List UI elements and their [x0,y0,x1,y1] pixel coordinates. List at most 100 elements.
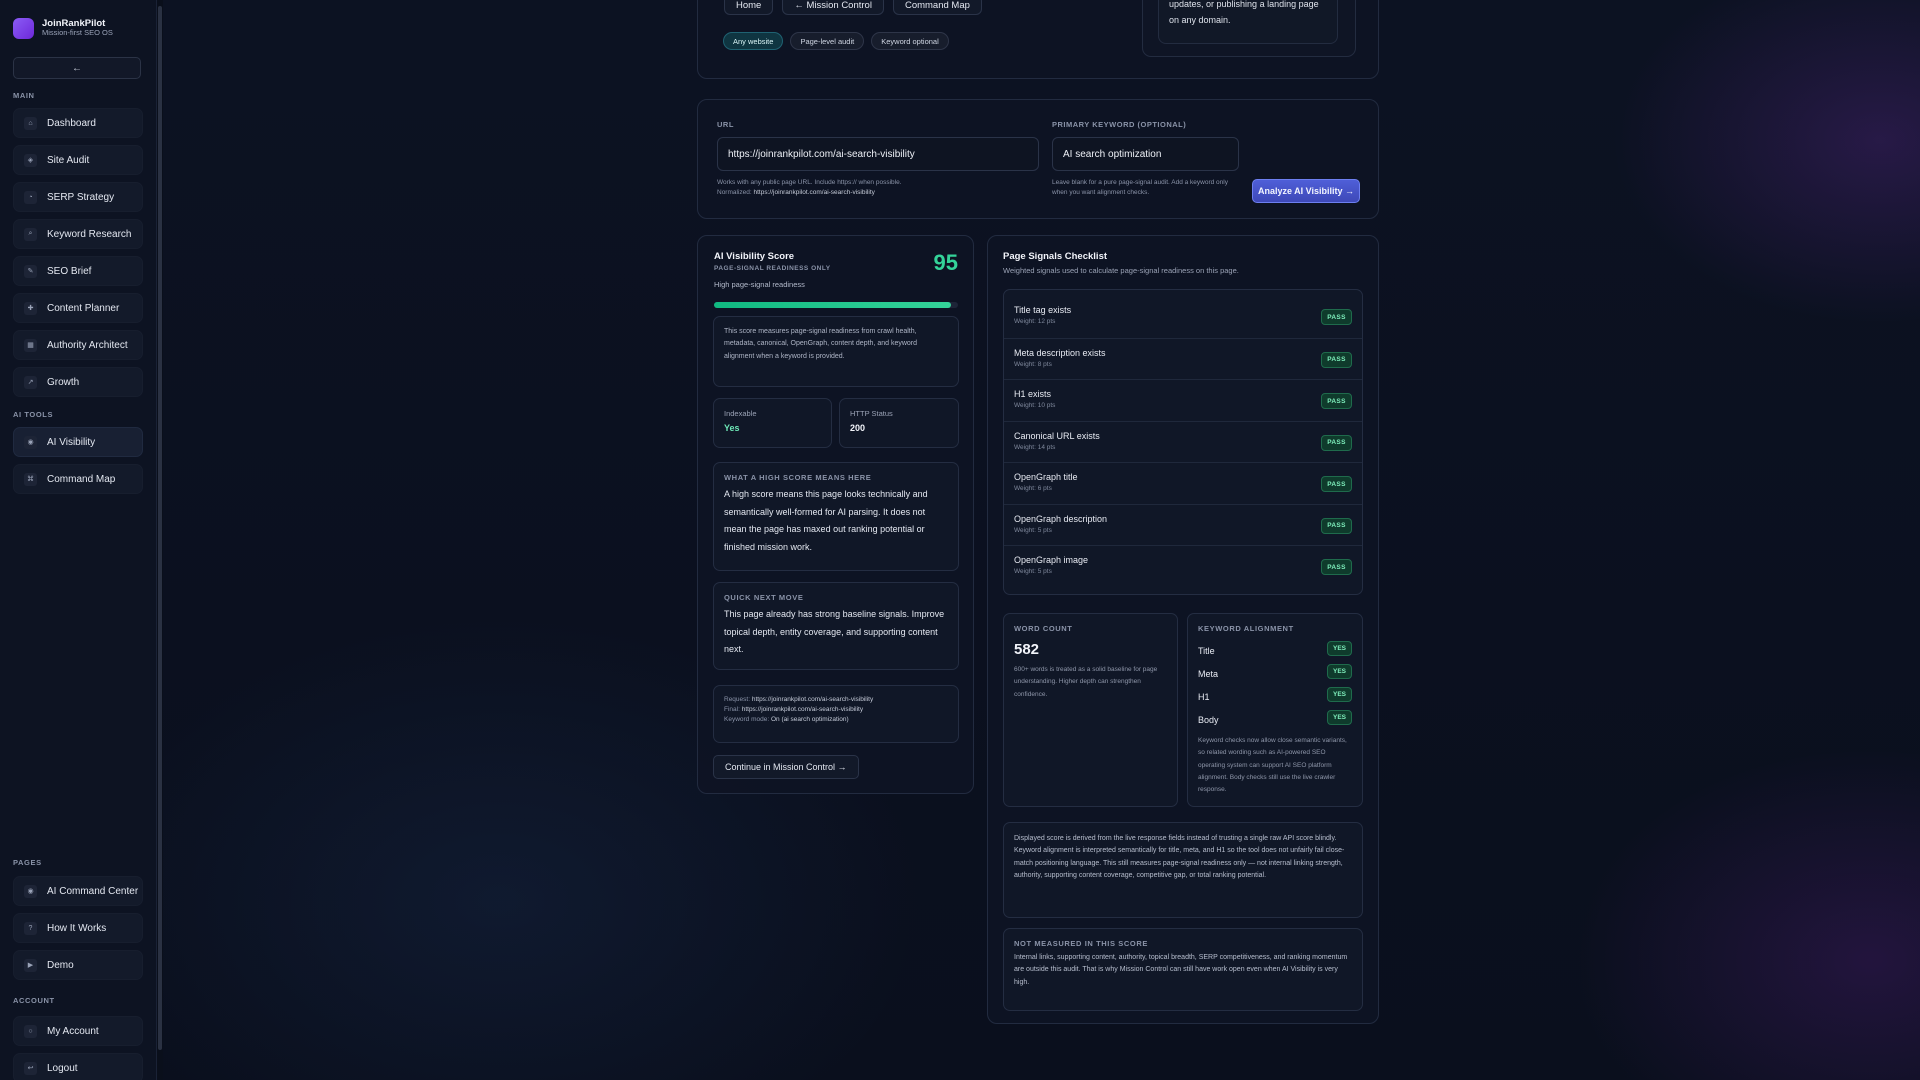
word-count-value: 582 [1014,641,1040,658]
score-card: AI Visibility Score PAGE-SIGNAL READINES… [697,235,974,794]
request-details-box: Request: https://joinrankpilot.com/ai-se… [713,685,959,743]
keyword-alignment-heading: KEYWORD ALIGNMENT [1198,624,1294,633]
signal-row: H1 exists Weight: 10 pts PASS [1004,379,1362,420]
sidebar-item-my-account[interactable]: ○ My Account [13,1016,143,1046]
signal-weight: Weight: 10 pts [1014,402,1056,409]
not-measured-heading: NOT MEASURED IN THIS SCORE [1014,939,1148,948]
sidebar-item-how-it-works[interactable]: ? How It Works [13,913,143,943]
alignment-label: Body [1198,715,1219,725]
final-label: Final: [724,706,740,714]
building-icon: ▦ [24,338,37,352]
continue-mission-control-button[interactable]: Continue in Mission Control → [713,755,859,779]
alignment-label: Meta [1198,669,1219,679]
pass-badge: PASS [1321,393,1352,409]
command-icon: ⌘ [24,472,37,486]
nav-section-ai-tools: AI TOOLS [13,410,54,419]
sidebar-item-site-audit[interactable]: ◈ Site Audit [13,145,143,175]
sidebar-item-seo-brief[interactable]: ✎ SEO Brief [13,256,143,286]
normalized-value: https://joinrankpilot.com/ai-search-visi… [753,189,875,197]
keyword-mode-label: Keyword mode: [724,716,770,724]
not-measured-box: NOT MEASURED IN THIS SCORE Internal link… [1003,928,1363,1011]
brand-tagline: Mission-first SEO OS [42,27,113,37]
indexable-box: Indexable Yes [713,398,832,448]
hero-note-line-2: on any domain. [1169,14,1231,25]
sidebar-item-dashboard[interactable]: ⌂ Dashboard [13,108,143,138]
indexable-value: Yes [724,423,740,433]
chip-keyword-optional[interactable]: Keyword optional [871,32,949,50]
sidebar-item-label: How It Works [47,922,107,934]
next-move-text: This page already has strong baseline si… [724,609,945,655]
collapse-sidebar-button[interactable]: ← [13,57,141,79]
score-progress-fill [714,302,951,308]
alignment-label: Title [1198,646,1215,656]
signal-weight: Weight: 14 pts [1014,443,1056,451]
sidebar-item-serp-strategy[interactable]: ◔ SERP Strategy [13,182,143,212]
keyword-input[interactable]: AI search optimization [1052,137,1239,171]
word-count-note: 600+ words is treated as a solid baselin… [1014,666,1158,698]
mission-control-button[interactable]: ← Mission Control [782,0,884,15]
sidebar-item-logout[interactable]: ↩ Logout [13,1053,143,1080]
keyword-alignment-row: H1 YES [1198,687,1352,703]
checklist-title: Page Signals Checklist [1003,251,1108,262]
not-measured-text: Internal links, supporting content, auth… [1014,954,1348,986]
sidebar-item-label: Keyword Research [47,228,132,240]
sidebar-item-content-planner[interactable]: ✚ Content Planner [13,293,143,323]
derived-note-text: Displayed score is derived from the live… [1014,835,1345,879]
sidebar-item-ai-command-center[interactable]: ◉ AI Command Center [13,876,143,906]
analyze-ai-visibility-button[interactable]: Analyze AI Visibility → [1252,179,1360,203]
request-value: https://joinrankpilot.com/ai-search-visi… [751,696,874,703]
keyword-hint-line-2: when you want alignment checks. [1052,189,1150,197]
signal-row: Title tag exists Weight: 12 pts PASS [1004,296,1362,337]
http-status-box: HTTP Status 200 [839,398,959,448]
sidebar-scrollbar-thumb[interactable] [158,6,162,1050]
url-input[interactable]: https://joinrankpilot.com/ai-search-visi… [717,137,1039,171]
keyword-label: PRIMARY KEYWORD (OPTIONAL) [1052,120,1187,129]
target-icon: ◉ [24,884,37,898]
trend-icon: ↗ [24,375,37,389]
normalized-label: Normalized: [717,189,752,197]
keyword-alignment-row: Meta YES [1198,664,1352,680]
indexable-label: Indexable [724,409,757,418]
nav-ai-list: ◉ AI Visibility ⌘ Command Map [13,427,143,494]
keyword-mode-line: Keyword mode: On (ai search optimization… [724,715,948,725]
sidebar-item-label: AI Command Center [47,885,139,897]
signal-weight: Weight: 6 pts [1014,485,1052,492]
brand[interactable]: JoinRankPilot Mission-first SEO OS [13,16,143,40]
nav-section-main: MAIN [13,91,35,100]
sidebar-item-demo[interactable]: ▶ Demo [13,950,143,980]
final-line: Final: https://joinrankpilot.com/ai-sear… [724,705,948,715]
sidebar-item-growth[interactable]: ↗ Growth [13,367,143,397]
word-count-heading: WORD COUNT [1014,624,1073,633]
home-icon: ⌂ [24,116,37,130]
chip-page-level-audit[interactable]: Page-level audit [790,32,865,50]
sidebar-item-ai-visibility[interactable]: ◉ AI Visibility [13,427,143,457]
sidebar-item-command-map[interactable]: ⌘ Command Map [13,464,143,494]
pen-icon: ✎ [24,264,37,278]
sidebar-item-label: Content Planner [47,302,120,314]
keyword-hint: Leave blank for a pure page-signal audit… [1052,178,1252,198]
score-title: AI Visibility Score [714,251,795,262]
high-score-heading: WHAT A HIGH SCORE MEANS HERE [724,473,872,482]
sidebar-item-label: Logout [47,1062,78,1074]
signal-row: OpenGraph title Weight: 6 pts PASS [1004,462,1362,503]
signal-row: Meta description exists Weight: 8 pts PASS [1004,337,1362,379]
plus-icon: ✚ [24,301,37,315]
nav-section-account: ACCOUNT [13,996,55,1005]
sidebar-item-label: Authority Architect [47,339,128,351]
strategy-icon: ◔ [24,190,37,204]
home-button[interactable]: Home [724,0,774,15]
audit-icon: ◈ [24,153,37,167]
sidebar-item-keyword-research[interactable]: ⌕ Keyword Research [13,219,143,249]
sidebar-item-label: SEO Brief [47,265,92,277]
chip-any-website[interactable]: Any website [723,32,784,50]
sidebar-item-authority-architect[interactable]: ▦ Authority Architect [13,330,143,360]
command-map-button[interactable]: Command Map [892,0,982,15]
keyword-alignment-row: Body YES [1198,710,1352,726]
sidebar-item-label: Site Audit [47,154,90,166]
url-hint: Works with any public page URL. Include … [717,178,1047,198]
hero-note-panel: updates, or publishing a landing page on… [1142,0,1356,57]
next-move-box: QUICK NEXT MOVE This page already has st… [713,582,959,670]
yes-badge: YES [1327,687,1352,702]
score-description: This score measures page-signal readines… [724,328,918,360]
signal-name: Title tag exists [1014,305,1072,315]
